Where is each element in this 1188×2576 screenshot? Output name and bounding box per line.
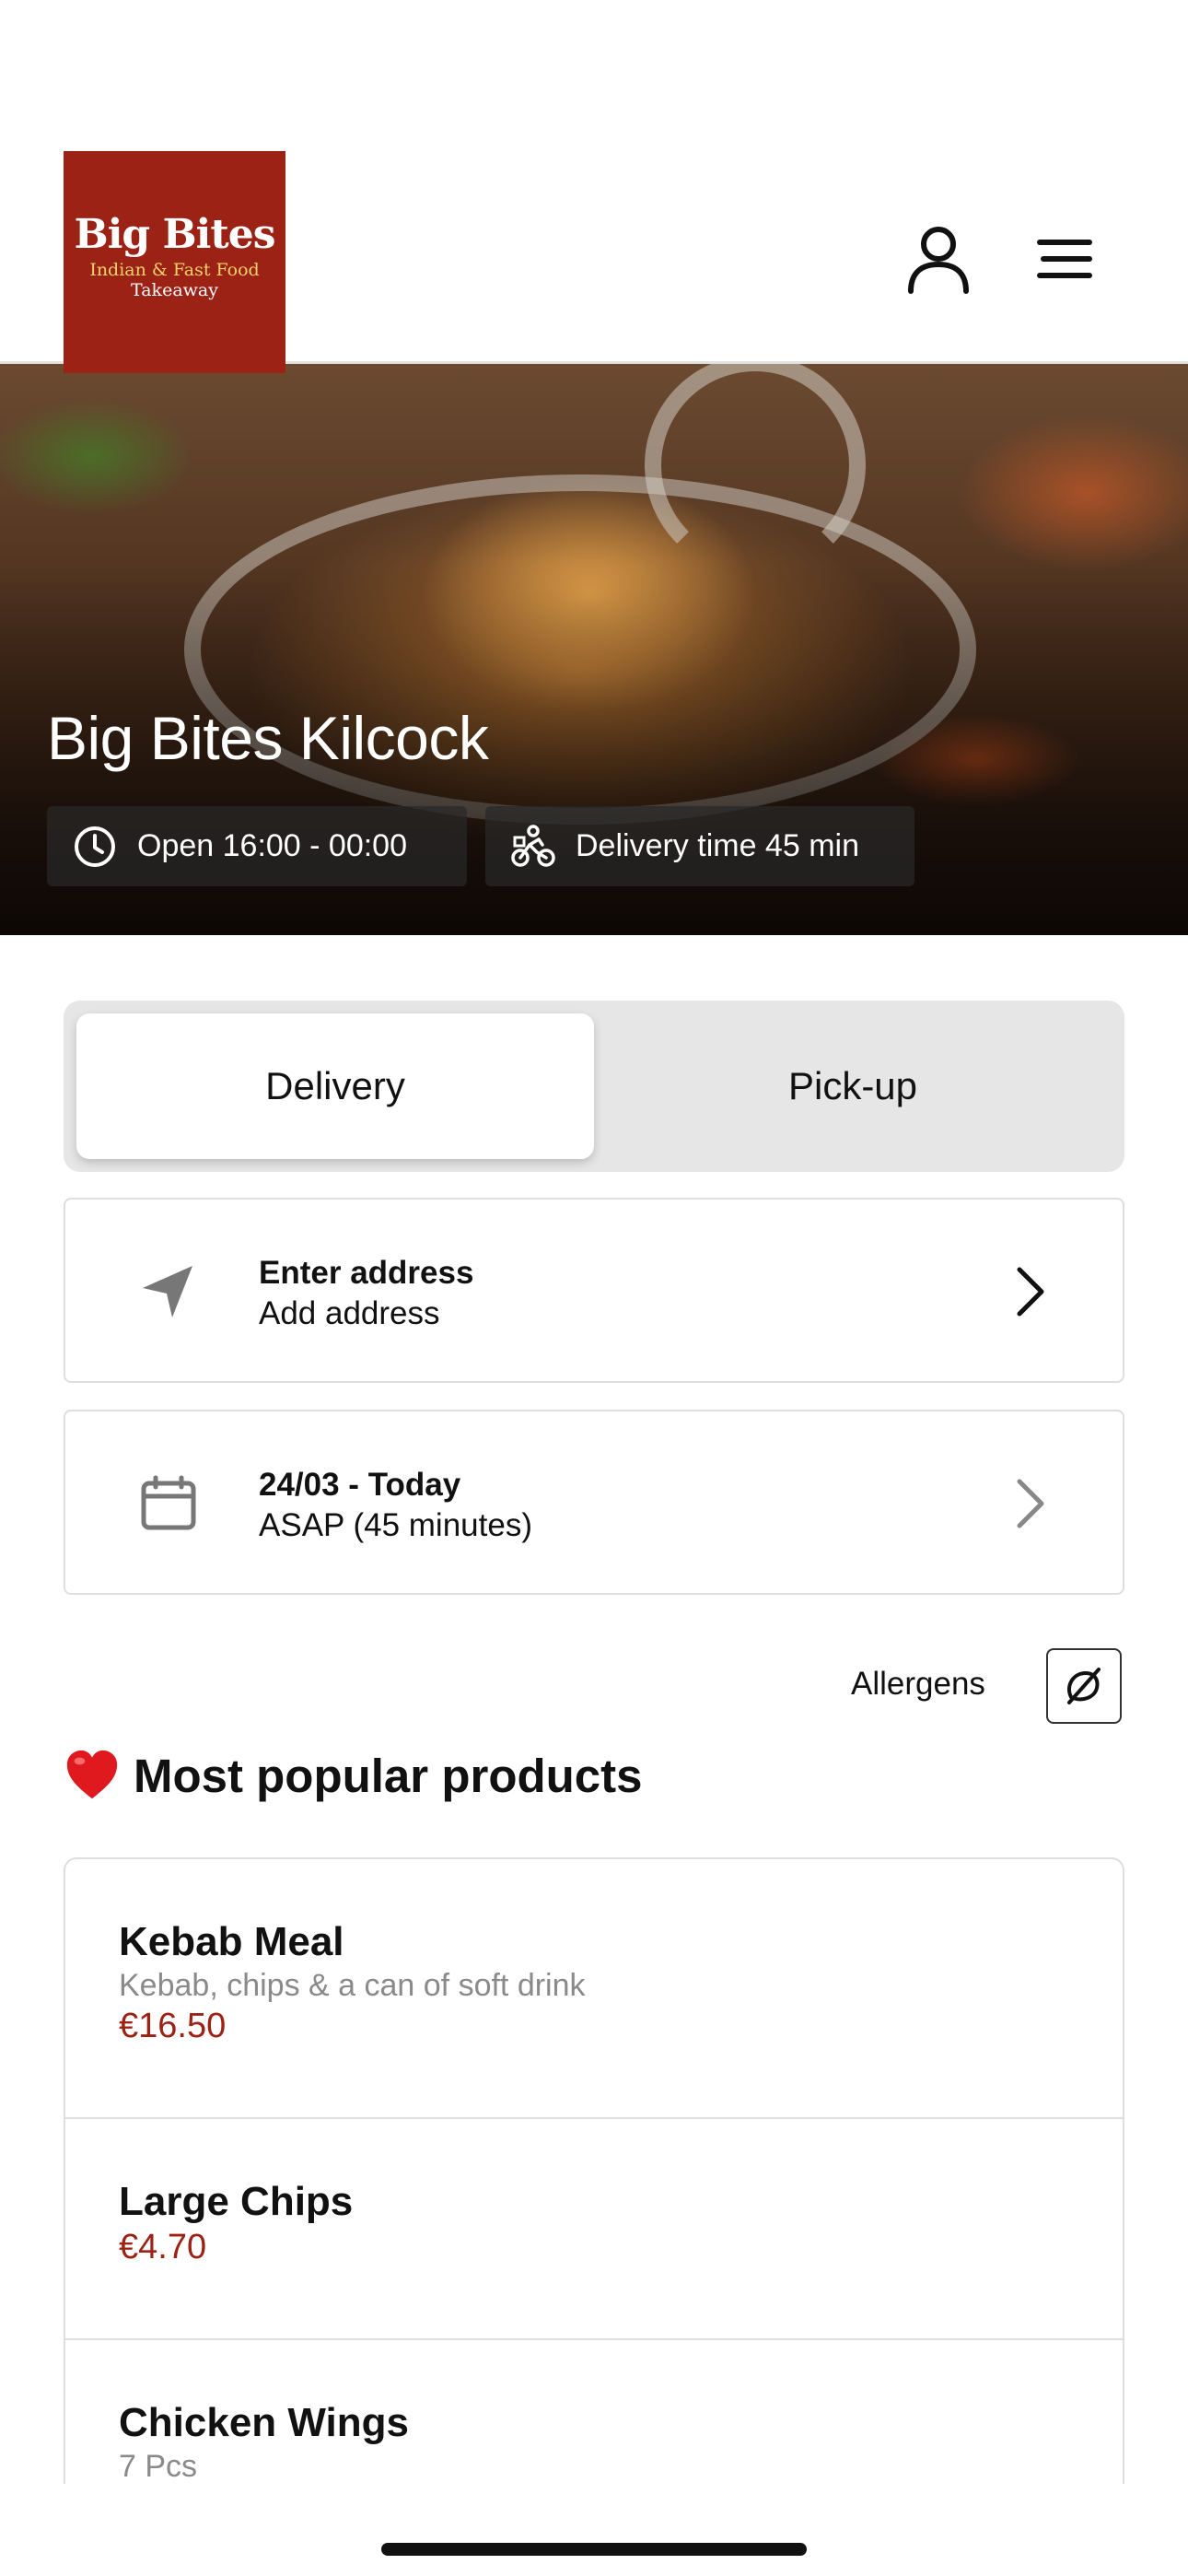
delivery-tab[interactable]: Delivery	[76, 1013, 594, 1159]
address-subtitle: Add address	[259, 1295, 440, 1331]
schedule-eta: ASAP (45 minutes)	[259, 1507, 532, 1543]
product-price: €16.50	[119, 2007, 227, 2045]
menu-button[interactable]	[1022, 217, 1105, 300]
no-allergen-icon	[1067, 1668, 1101, 1704]
schedule-text: 24/03 - Today ASAP (45 minutes)	[259, 1465, 532, 1546]
home-indicator[interactable]	[381, 2543, 807, 2556]
navigation-arrow-icon	[143, 1266, 192, 1317]
restaurant-name: Big Bites Kilcock	[47, 704, 489, 772]
hero-banner: Big Bites Kilcock Open 16:00 - 00:00 Del…	[0, 364, 1188, 935]
popular-products-list: Kebab Meal Kebab, chips & a can of soft …	[64, 1857, 1124, 2484]
bicycle-courier-icon	[511, 824, 555, 867]
delivery-time-selector[interactable]: 24/03 - Today ASAP (45 minutes)	[64, 1410, 1124, 1595]
logo-subtitle-2: Takeaway	[131, 280, 218, 300]
calendar-icon	[141, 1475, 196, 1530]
clock-icon	[75, 825, 115, 867]
allergens-label[interactable]: Allergens	[851, 1666, 985, 1703]
product-item[interactable]: Large Chips €4.70	[65, 2119, 1123, 2340]
product-name: Chicken Wings	[119, 2400, 409, 2445]
schedule-chevron	[1003, 1476, 1058, 1531]
popular-heading: Most popular products	[64, 1747, 642, 1804]
user-icon	[908, 227, 969, 294]
address-selector[interactable]: Enter address Add address	[64, 1198, 1124, 1383]
chevron-right-icon	[1017, 1267, 1044, 1317]
restaurant-logo[interactable]: Big Bites Indian & Fast Food Takeaway	[64, 151, 285, 373]
product-description: Kebab, chips & a can of soft drink	[119, 1968, 586, 2003]
address-title: Enter address	[259, 1255, 474, 1291]
opening-hours-badge: Open 16:00 - 00:00	[47, 806, 467, 886]
opening-hours-text: Open 16:00 - 00:00	[137, 828, 408, 863]
delivery-time-text: Delivery time 45 min	[576, 828, 859, 863]
calendar-icon-wrap	[134, 1469, 204, 1539]
product-price: €4.70	[119, 2228, 207, 2266]
delivery-time-badge: Delivery time 45 min	[485, 806, 914, 886]
product-item[interactable]: Chicken Wings 7 Pcs	[65, 2340, 1123, 2484]
product-item[interactable]: Kebab Meal Kebab, chips & a can of soft …	[65, 1859, 1123, 2119]
logo-title: Big Bites	[74, 211, 276, 258]
chevron-right-icon	[1017, 1479, 1044, 1528]
product-name: Large Chips	[119, 2179, 354, 2224]
hamburger-menu-icon	[1037, 240, 1092, 278]
product-description: 7 Pcs	[119, 2449, 198, 2484]
address-icon-wrap	[134, 1257, 204, 1327]
account-button[interactable]	[897, 217, 980, 300]
product-name: Kebab Meal	[119, 1919, 344, 1964]
popular-title: Most popular products	[134, 1749, 643, 1802]
address-text: Enter address Add address	[259, 1253, 473, 1334]
address-chevron	[1003, 1264, 1058, 1319]
allergens-button[interactable]	[1046, 1648, 1122, 1724]
pickup-tab[interactable]: Pick-up	[594, 1013, 1112, 1159]
logo-subtitle: Indian & Fast Food	[89, 260, 260, 280]
order-mode-toggle: Delivery Pick-up	[64, 1001, 1124, 1172]
schedule-date: 24/03 - Today	[259, 1467, 461, 1503]
heart-icon	[66, 1750, 118, 1799]
